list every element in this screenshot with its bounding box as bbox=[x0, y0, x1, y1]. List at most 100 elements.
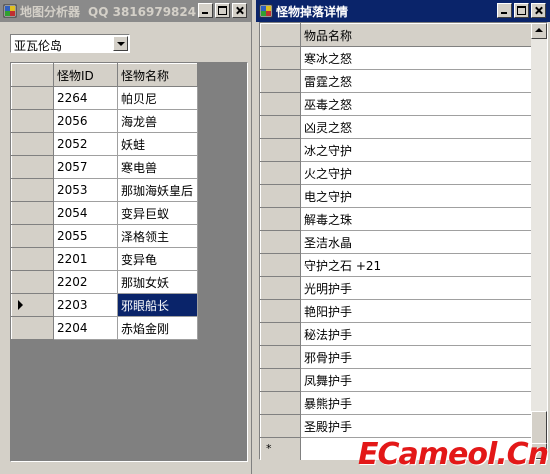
table-row[interactable]: 电之守护 bbox=[260, 184, 534, 208]
row-header[interactable]: * bbox=[260, 437, 301, 461]
cell-item-name[interactable]: 凶灵之怒 bbox=[300, 115, 534, 139]
cell-item-name[interactable]: 守护之石 +21 bbox=[300, 253, 534, 277]
table-row[interactable]: 暴熊护手 bbox=[260, 391, 534, 415]
cell-monster-id[interactable]: 2203 bbox=[53, 293, 118, 317]
table-row[interactable]: 2055 泽格领主 bbox=[11, 224, 198, 248]
table-row[interactable]: 寒冰之怒 bbox=[260, 46, 534, 70]
vertical-scrollbar[interactable] bbox=[531, 23, 547, 459]
cell-item-name[interactable]: 解毒之珠 bbox=[300, 207, 534, 231]
table-row[interactable]: 艳阳护手 bbox=[260, 299, 534, 323]
column-header-monster-id[interactable]: 怪物ID bbox=[53, 63, 118, 87]
cell-item-name[interactable]: 火之守护 bbox=[300, 161, 534, 185]
cell-monster-name[interactable]: 寒电兽 bbox=[117, 155, 198, 179]
row-header[interactable] bbox=[11, 316, 54, 340]
table-row[interactable]: 2264 帕贝尼 bbox=[11, 86, 198, 110]
row-header[interactable] bbox=[260, 322, 301, 346]
cell-monster-id[interactable]: 2057 bbox=[53, 155, 118, 179]
row-header[interactable] bbox=[260, 161, 301, 185]
row-header[interactable] bbox=[260, 253, 301, 277]
table-row[interactable]: 火之守护 bbox=[260, 161, 534, 185]
cell-monster-id[interactable]: 2056 bbox=[53, 109, 118, 133]
cell-monster-id[interactable]: 2264 bbox=[53, 86, 118, 110]
cell-monster-name[interactable]: 海龙兽 bbox=[117, 109, 198, 133]
row-header[interactable] bbox=[11, 224, 54, 248]
row-header[interactable] bbox=[260, 391, 301, 415]
row-header[interactable] bbox=[260, 138, 301, 162]
cell-monster-id[interactable]: 2055 bbox=[53, 224, 118, 248]
table-row[interactable]: 雷霆之怒 bbox=[260, 69, 534, 93]
cell-monster-id[interactable]: 2053 bbox=[53, 178, 118, 202]
title-bar[interactable]: 地图分析器 QQ 3816979824 bbox=[0, 0, 251, 22]
cell-monster-id[interactable]: 2204 bbox=[53, 316, 118, 340]
monster-grid[interactable]: 怪物ID 怪物名称 2264 帕贝尼 2056 海龙兽 2052 妖蛙 2057 寒电兽 205… bbox=[10, 62, 248, 462]
cell-monster-name[interactable]: 那珈女妖 bbox=[117, 270, 198, 294]
table-row[interactable]: 圣殿护手 bbox=[260, 414, 534, 438]
cell-item-name[interactable]: 邪骨护手 bbox=[300, 345, 534, 369]
cell-item-name[interactable]: 艳阳护手 bbox=[300, 299, 534, 323]
row-header[interactable] bbox=[11, 109, 54, 133]
cell-item-name[interactable]: 巫毒之怒 bbox=[300, 92, 534, 116]
row-header[interactable] bbox=[260, 69, 301, 93]
row-header[interactable] bbox=[11, 247, 54, 271]
minimize-button[interactable] bbox=[497, 3, 512, 18]
cell-item-name[interactable]: 圣洁水晶 bbox=[300, 230, 534, 254]
row-header[interactable] bbox=[260, 46, 301, 70]
table-row[interactable]: 2052 妖蛙 bbox=[11, 132, 198, 156]
map-select[interactable]: 亚瓦伦岛 bbox=[10, 34, 130, 53]
grid-corner[interactable] bbox=[11, 63, 54, 87]
table-row[interactable]: 秘法护手 bbox=[260, 322, 534, 346]
cell-monster-name[interactable]: 妖蛙 bbox=[117, 132, 198, 156]
row-header[interactable] bbox=[260, 207, 301, 231]
table-row[interactable]: 凤舞护手 bbox=[260, 368, 534, 392]
table-row[interactable]: 2203 邪眼船长 bbox=[11, 293, 198, 317]
row-header[interactable] bbox=[11, 201, 54, 225]
table-row[interactable]: 凶灵之怒 bbox=[260, 115, 534, 139]
cell-monster-id[interactable]: 2202 bbox=[53, 270, 118, 294]
minimize-button[interactable] bbox=[198, 3, 213, 18]
row-header[interactable] bbox=[260, 299, 301, 323]
row-header[interactable] bbox=[11, 132, 54, 156]
cell-monster-name[interactable]: 帕贝尼 bbox=[117, 86, 198, 110]
cell-item-name[interactable]: 冰之守护 bbox=[300, 138, 534, 162]
cell-item-name[interactable]: 凤舞护手 bbox=[300, 368, 534, 392]
table-row[interactable]: 2201 变异龟 bbox=[11, 247, 198, 271]
table-row[interactable]: 2057 寒电兽 bbox=[11, 155, 198, 179]
row-header[interactable] bbox=[260, 345, 301, 369]
cell-monster-id[interactable]: 2201 bbox=[53, 247, 118, 271]
cell-item-name[interactable]: 秘法护手 bbox=[300, 322, 534, 346]
row-header[interactable] bbox=[260, 184, 301, 208]
cell-item-name[interactable]: 圣殿护手 bbox=[300, 414, 534, 438]
table-row[interactable]: 光明护手 bbox=[260, 276, 534, 300]
close-button[interactable] bbox=[531, 3, 546, 18]
cell-monster-id[interactable]: 2054 bbox=[53, 201, 118, 225]
row-header[interactable] bbox=[260, 276, 301, 300]
table-row[interactable]: 2204 赤焰金刚 bbox=[11, 316, 198, 340]
cell-monster-id[interactable]: 2052 bbox=[53, 132, 118, 156]
row-header[interactable] bbox=[11, 178, 54, 202]
table-row[interactable]: 巫毒之怒 bbox=[260, 92, 534, 116]
row-header[interactable] bbox=[260, 92, 301, 116]
cell-item-name[interactable]: 暴熊护手 bbox=[300, 391, 534, 415]
cell-monster-name[interactable]: 赤焰金刚 bbox=[117, 316, 198, 340]
cell-monster-name[interactable]: 那珈海妖皇后 bbox=[117, 178, 198, 202]
table-row[interactable]: 守护之石 +21 bbox=[260, 253, 534, 277]
drop-items-grid[interactable]: 物品名称 寒冰之怒 雷霆之怒 巫毒之怒 凶灵之怒 冰之守护 火之守护 电之守护 解毒之珠 圣洁水… bbox=[259, 22, 548, 461]
grid-corner[interactable] bbox=[260, 23, 301, 47]
maximize-button[interactable] bbox=[215, 3, 230, 18]
row-header[interactable] bbox=[11, 270, 54, 294]
row-header[interactable] bbox=[11, 155, 54, 179]
row-header[interactable] bbox=[11, 86, 54, 110]
cell-item-name[interactable]: 寒冰之怒 bbox=[300, 46, 534, 70]
cell-item-name[interactable]: 电之守护 bbox=[300, 184, 534, 208]
column-header-item-name[interactable]: 物品名称 bbox=[300, 23, 534, 47]
scroll-up-button[interactable] bbox=[531, 23, 547, 39]
row-header[interactable] bbox=[260, 230, 301, 254]
cell-monster-name[interactable]: 邪眼船长 bbox=[117, 293, 198, 317]
table-row[interactable]: 邪骨护手 bbox=[260, 345, 534, 369]
column-header-monster-name[interactable]: 怪物名称 bbox=[117, 63, 198, 87]
row-header[interactable] bbox=[260, 414, 301, 438]
table-row[interactable]: 2053 那珈海妖皇后 bbox=[11, 178, 198, 202]
cell-item-name[interactable]: 雷霆之怒 bbox=[300, 69, 534, 93]
table-row[interactable]: 冰之守护 bbox=[260, 138, 534, 162]
close-button[interactable] bbox=[232, 3, 247, 18]
